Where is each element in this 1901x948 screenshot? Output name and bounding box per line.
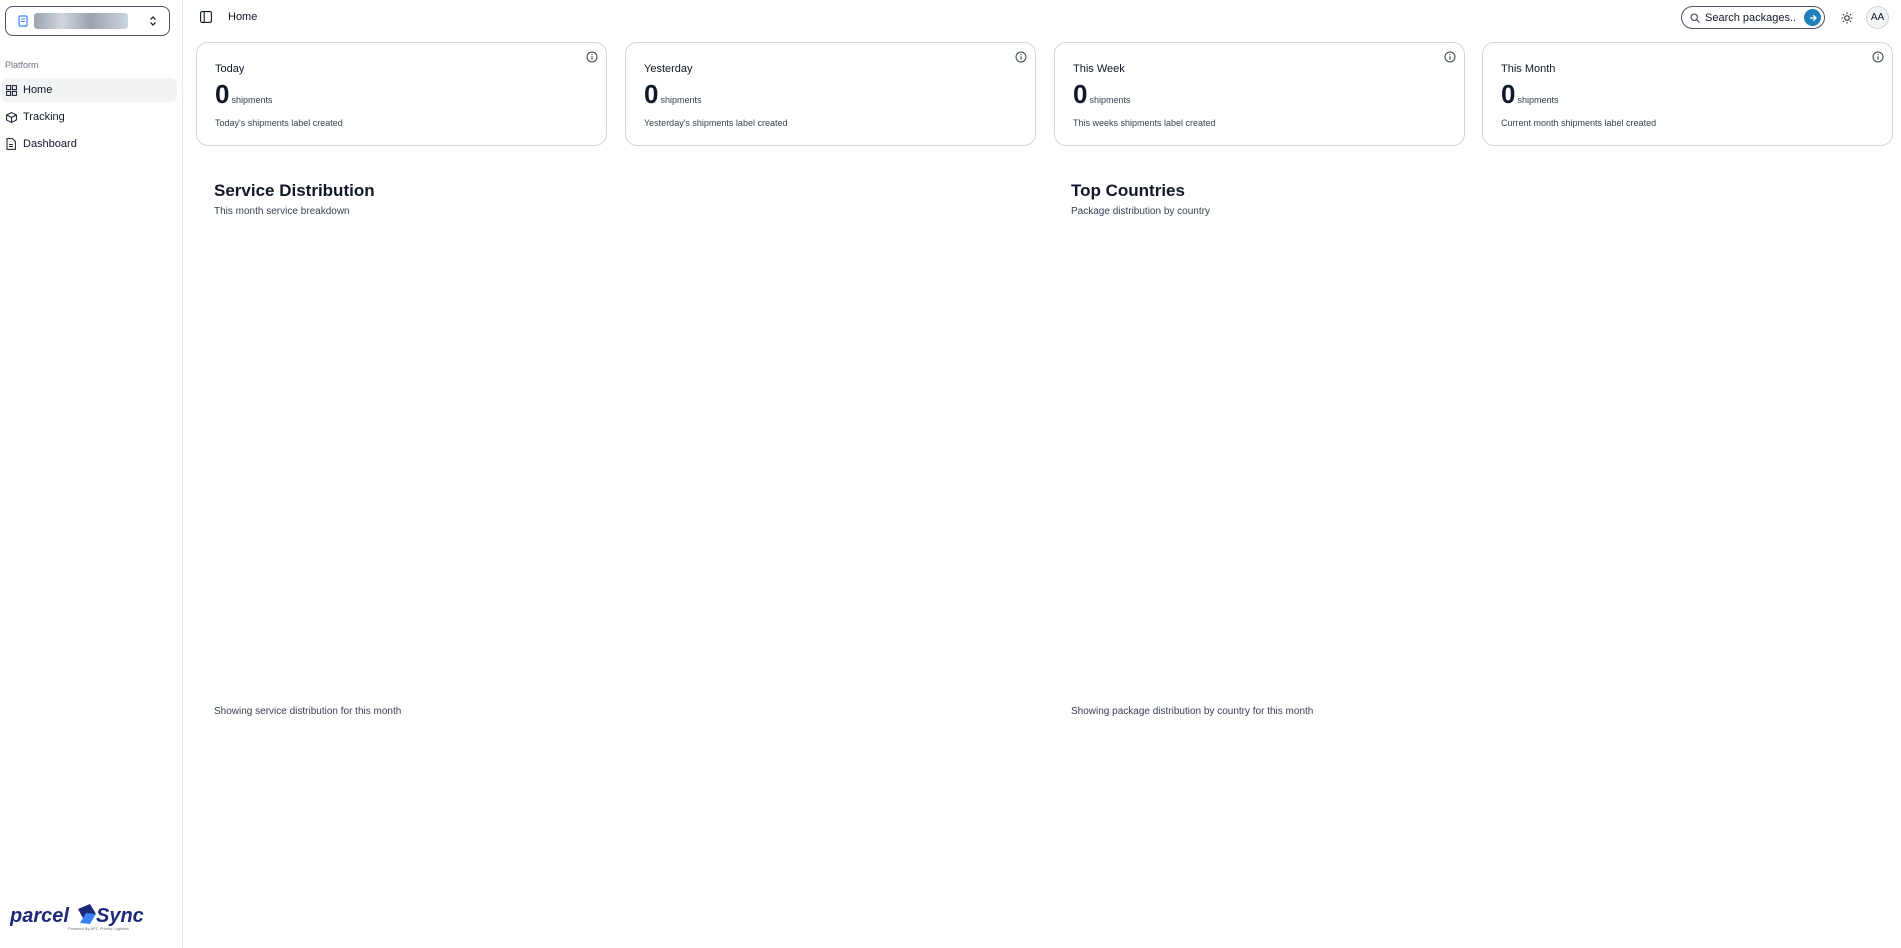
organization-switcher[interactable] [5, 6, 170, 36]
sidebar-item-label: Dashboard [23, 138, 77, 150]
sidebar-item-label: Home [23, 84, 53, 96]
info-icon[interactable] [1872, 51, 1884, 63]
breadcrumb: Home [228, 11, 258, 23]
sidebar-item-tracking[interactable]: Tracking [1, 105, 177, 129]
stat-description: This weeks shipments label created [1073, 118, 1216, 128]
svg-text:Powered By APC Priority Logist: Powered By APC Priority Logistics [68, 926, 129, 931]
stat-unit: shipments [1089, 95, 1131, 105]
stat-value: 0 [1501, 79, 1516, 109]
stat-value: 0 [644, 79, 659, 109]
top-header: Home AA [184, 0, 1901, 36]
search-icon [1690, 12, 1700, 23]
stat-description: Current month shipments label created [1501, 118, 1657, 128]
stat-description: Yesterday's shipments label created [644, 118, 788, 128]
info-icon[interactable] [586, 51, 598, 63]
sidebar: Platform Home Tracking Dashboard parcel … [0, 0, 183, 948]
stat-value-row: 0 shipments [1501, 81, 1559, 107]
stat-unit: shipments [231, 95, 273, 105]
stat-card-yesterday: Yesterday 0 shipments Yesterday's shipme… [625, 42, 1036, 146]
sidebar-item-dashboard[interactable]: Dashboard [1, 132, 177, 156]
theme-toggle-sun-icon[interactable] [1839, 10, 1855, 26]
stat-value: 0 [215, 79, 230, 109]
chevrons-up-down-icon [147, 13, 159, 29]
search-submit-button[interactable] [1804, 9, 1821, 26]
stat-card-title: This Week [1073, 63, 1125, 75]
stat-card-today: Today 0 shipments Today's shipments labe… [196, 42, 607, 146]
building-icon [16, 14, 30, 28]
stat-value: 0 [1073, 79, 1088, 109]
sidebar-toggle-icon[interactable] [199, 10, 213, 24]
sidebar-group-label: Platform [5, 60, 39, 70]
stat-card-this-week: This Week 0 shipments This weeks shipmen… [1054, 42, 1465, 146]
stat-card-title: This Month [1501, 63, 1556, 75]
panel-subtitle: Package distribution by country [1071, 206, 1210, 217]
parcelsync-logo: parcel Sync Powered By APC Priority Logi… [9, 901, 168, 933]
stat-card-title: Yesterday [644, 63, 693, 75]
layout-grid-icon [5, 84, 17, 96]
panel-title: Service Distribution [214, 181, 375, 200]
panel-title: Top Countries [1071, 181, 1185, 200]
panel-footer: Showing service distribution for this mo… [214, 706, 402, 717]
panel-footer: Showing package distribution by country … [1071, 706, 1314, 717]
stat-unit: shipments [1517, 95, 1559, 105]
stat-unit: shipments [660, 95, 702, 105]
user-avatar[interactable]: AA [1866, 6, 1889, 29]
stat-value-row: 0 shipments [644, 81, 702, 107]
organization-name-redacted [34, 13, 128, 29]
arrow-right-icon [1809, 14, 1817, 21]
info-icon[interactable] [1444, 51, 1456, 63]
svg-text:Sync: Sync [96, 905, 144, 927]
file-icon [5, 138, 17, 150]
search-box [1681, 6, 1825, 29]
search-input[interactable] [1705, 11, 1801, 24]
sidebar-item-home[interactable]: Home [1, 78, 177, 102]
sidebar-nav: Home Tracking Dashboard [0, 78, 177, 159]
info-icon[interactable] [1015, 51, 1027, 63]
panel-subtitle: This month service breakdown [214, 206, 350, 217]
stat-card-this-month: This Month 0 shipments Current month shi… [1482, 42, 1893, 146]
sidebar-item-label: Tracking [23, 111, 65, 123]
package-icon [5, 111, 17, 123]
stat-description: Today's shipments label created [215, 118, 343, 128]
svg-text:parcel: parcel [10, 905, 69, 927]
stat-value-row: 0 shipments [215, 81, 273, 107]
stat-value-row: 0 shipments [1073, 81, 1131, 107]
stat-card-title: Today [215, 63, 245, 75]
